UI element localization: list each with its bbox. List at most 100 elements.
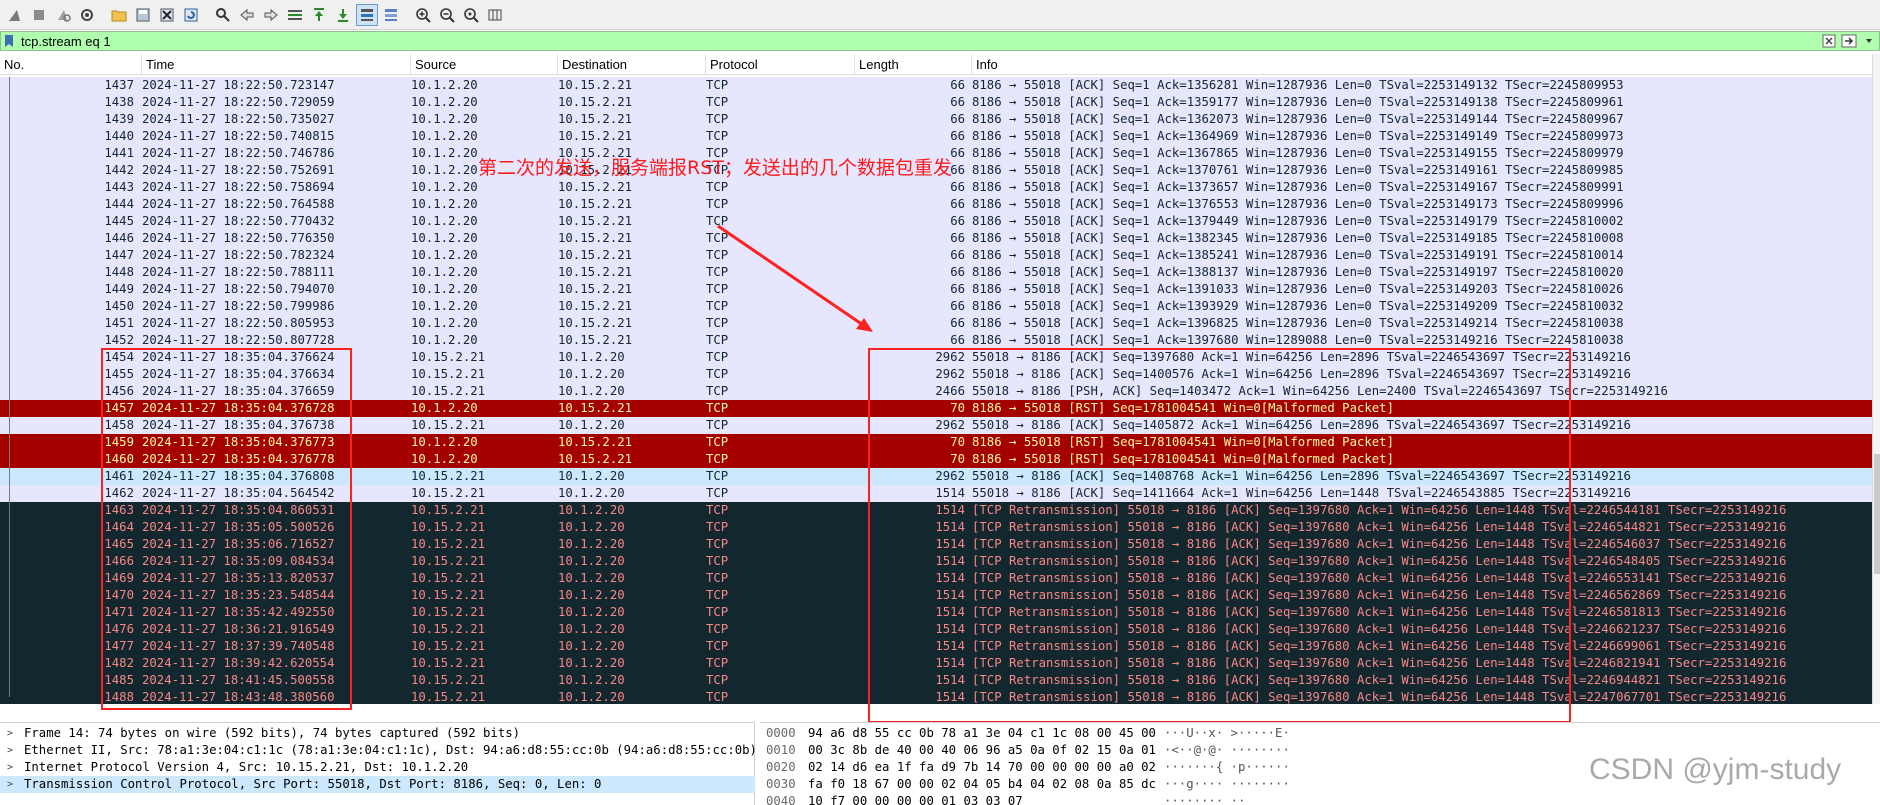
packet-cell-dst: 10.15.2.21 [558,248,633,262]
annotation-text: 第二次的发送，服务端报RST；发送出的几个数据包重发 [478,157,952,179]
column-header-destination[interactable]: Destination [558,54,706,75]
packet-cell-proto: TCP [706,452,729,466]
detail-row-tcp[interactable]: > Transmission Control Protocol, Src Port… [0,776,755,793]
packet-cell-len: 66 [950,214,965,228]
packet-cell-dst: 10.15.2.21 [558,265,633,279]
colorize-icon[interactable] [380,4,402,26]
packet-cell-src: 10.15.2.21 [411,554,486,568]
shark-fin-start-icon[interactable] [4,4,26,26]
byte-hex[interactable]: fa f0 18 67 00 00 02 04 05 b4 04 02 08 0… [808,776,1168,793]
scrollbar-thumb[interactable] [1874,454,1880,574]
detail-row-ipv4[interactable]: > Internet Protocol Version 4, Src: 10.15… [0,759,755,776]
packet-cell-dst: 10.15.2.21 [558,180,633,194]
autoscroll-icon[interactable] [356,3,378,26]
save-file-icon[interactable] [132,4,154,26]
packet-row[interactable]: 1439 2024-11-27 18:22:50.735027 10.1.2.20 1… [0,111,1872,128]
packet-row[interactable]: 1438 2024-11-27 18:22:50.729059 10.1.2.20 1… [0,94,1872,111]
expand-arrow-icon[interactable]: > [7,776,13,793]
packet-cell-proto: TCP [706,520,729,534]
packet-row[interactable]: 1450 2024-11-27 18:22:50.799986 10.1.2.20 1… [0,298,1872,315]
restart-capture-icon[interactable] [52,4,74,26]
packet-cell-len: 66 [950,265,965,279]
packet-list-scrollbar[interactable] [1872,54,1880,704]
packet-row[interactable]: 1446 2024-11-27 18:22:50.776350 10.1.2.20 1… [0,230,1872,247]
stop-capture-icon[interactable] [28,4,50,26]
bookmark-icon[interactable] [1,32,17,50]
apply-filter-icon[interactable] [1839,32,1859,50]
packet-cell-dst: 10.15.2.21 [558,333,633,347]
packet-row[interactable]: 1437 2024-11-27 18:22:50.723147 10.1.2.20 1… [0,77,1872,94]
packet-cell-src: 10.1.2.20 [411,214,478,228]
resize-columns-icon[interactable] [484,4,506,26]
byte-ascii[interactable]: ·······{ ·p······ [1164,759,1324,776]
clear-filter-icon[interactable] [1819,32,1839,50]
find-packet-icon[interactable] [212,4,234,26]
packet-cell-info: 8186 → 55018 [ACK] Seq=1 Ack=1367865 Win… [972,146,1624,160]
go-back-icon[interactable] [236,4,258,26]
column-header-time[interactable]: Time [142,54,411,75]
display-filter-input[interactable] [17,32,1819,50]
packet-cell-time: 2024-11-27 18:22:50.794070 [142,282,335,296]
byte-ascii[interactable]: ···g···· ········ [1164,776,1324,793]
filter-history-dropdown-icon[interactable] [1859,32,1879,50]
close-file-icon[interactable] [156,4,178,26]
annotation-box-numbers [101,348,352,710]
packet-cell-proto: TCP [706,214,729,228]
byte-ascii[interactable]: ·<··@·@· ········ [1164,742,1324,759]
expand-arrow-icon[interactable]: > [7,759,13,776]
expand-arrow-icon[interactable]: > [7,742,13,759]
go-to-packet-icon[interactable] [284,4,306,26]
packet-row[interactable]: 1452 2024-11-27 18:22:50.807728 10.1.2.20 1… [0,332,1872,349]
detail-row-frame[interactable]: > Frame 14: 74 bytes on wire (592 bits), … [0,725,755,742]
last-packet-icon[interactable] [332,4,354,26]
byte-hex[interactable]: 10 f7 00 00 00 00 01 03 03 07 [808,793,1168,805]
open-file-icon[interactable] [108,4,130,26]
byte-hex[interactable]: 00 3c 8b de 40 00 40 06 96 a5 0a 0f 02 1… [808,742,1168,759]
packet-cell-proto: TCP [706,180,729,194]
packet-details-pane: > Frame 14: 74 bytes on wire (592 bits), … [0,722,757,805]
byte-hex[interactable]: 02 14 d6 ea 1f fa d9 7b 14 70 00 00 00 0… [808,759,1168,776]
packet-cell-info: 8186 → 55018 [ACK] Seq=1 Ack=1364969 Win… [972,129,1624,143]
column-header-length[interactable]: Length [855,54,972,75]
zoom-out-icon[interactable] [436,4,458,26]
packet-cell-len: 66 [950,112,965,126]
main-toolbar [0,0,1880,30]
column-header-source[interactable]: Source [411,54,558,75]
packet-row[interactable]: 1451 2024-11-27 18:22:50.805953 10.1.2.20 1… [0,315,1872,332]
column-header-info[interactable]: Info [972,54,1872,75]
packet-row[interactable]: 1448 2024-11-27 18:22:50.788111 10.1.2.20 1… [0,264,1872,281]
byte-ascii[interactable]: ···U··x· >·····E· [1164,725,1324,742]
packet-row[interactable]: 1449 2024-11-27 18:22:50.794070 10.1.2.20 1… [0,281,1872,298]
packet-row[interactable]: 1445 2024-11-27 18:22:50.770432 10.1.2.20 1… [0,213,1872,230]
detail-row-ethernet[interactable]: > Ethernet II, Src: 78:a1:3e:04:c1:1c (78… [0,742,757,759]
reload-file-icon[interactable] [180,4,202,26]
first-packet-icon[interactable] [308,4,330,26]
packet-cell-info: 8186 → 55018 [ACK] Seq=1 Ack=1362073 Win… [972,112,1624,126]
packet-cell-src: 10.1.2.20 [411,95,478,109]
packet-row[interactable]: 1440 2024-11-27 18:22:50.740815 10.1.2.20 1… [0,128,1872,145]
packet-cell-dst: 10.1.2.20 [558,605,625,619]
packet-row[interactable]: 1444 2024-11-27 18:22:50.764588 10.1.2.20 1… [0,196,1872,213]
packet-row[interactable]: 1443 2024-11-27 18:22:50.758694 10.1.2.20 1… [0,179,1872,196]
byte-ascii[interactable]: ········ ·· [1164,793,1324,805]
go-forward-icon[interactable] [260,4,282,26]
column-header-protocol[interactable]: Protocol [706,54,855,75]
packet-cell-src: 10.15.2.21 [411,503,486,517]
packet-cell-dst: 10.1.2.20 [558,537,625,551]
packet-row[interactable]: 1447 2024-11-27 18:22:50.782324 10.1.2.20 1… [0,247,1872,264]
packet-cell-no: 1451 [104,316,134,330]
expand-arrow-icon[interactable]: > [7,725,13,742]
column-header-no[interactable]: No. [0,54,142,75]
packet-cell-src: 10.1.2.20 [411,299,478,313]
byte-hex[interactable]: 94 a6 d8 55 cc 0b 78 a1 3e 04 c1 1c 08 0… [808,725,1168,742]
detail-text: Transmission Control Protocol, Src Port:… [24,777,602,791]
packet-cell-proto: TCP [706,384,729,398]
packet-cell-no: 1445 [104,214,134,228]
detail-text: Frame 14: 74 bytes on wire (592 bits), 7… [24,726,521,740]
byte-offset: 0000 [766,726,796,740]
zoom-in-icon[interactable] [412,4,434,26]
packet-cell-no: 1439 [104,112,134,126]
normal-size-icon[interactable] [460,4,482,26]
packet-cell-info: 8186 → 55018 [ACK] Seq=1 Ack=1388137 Win… [972,265,1624,279]
capture-options-icon[interactable] [76,4,98,26]
